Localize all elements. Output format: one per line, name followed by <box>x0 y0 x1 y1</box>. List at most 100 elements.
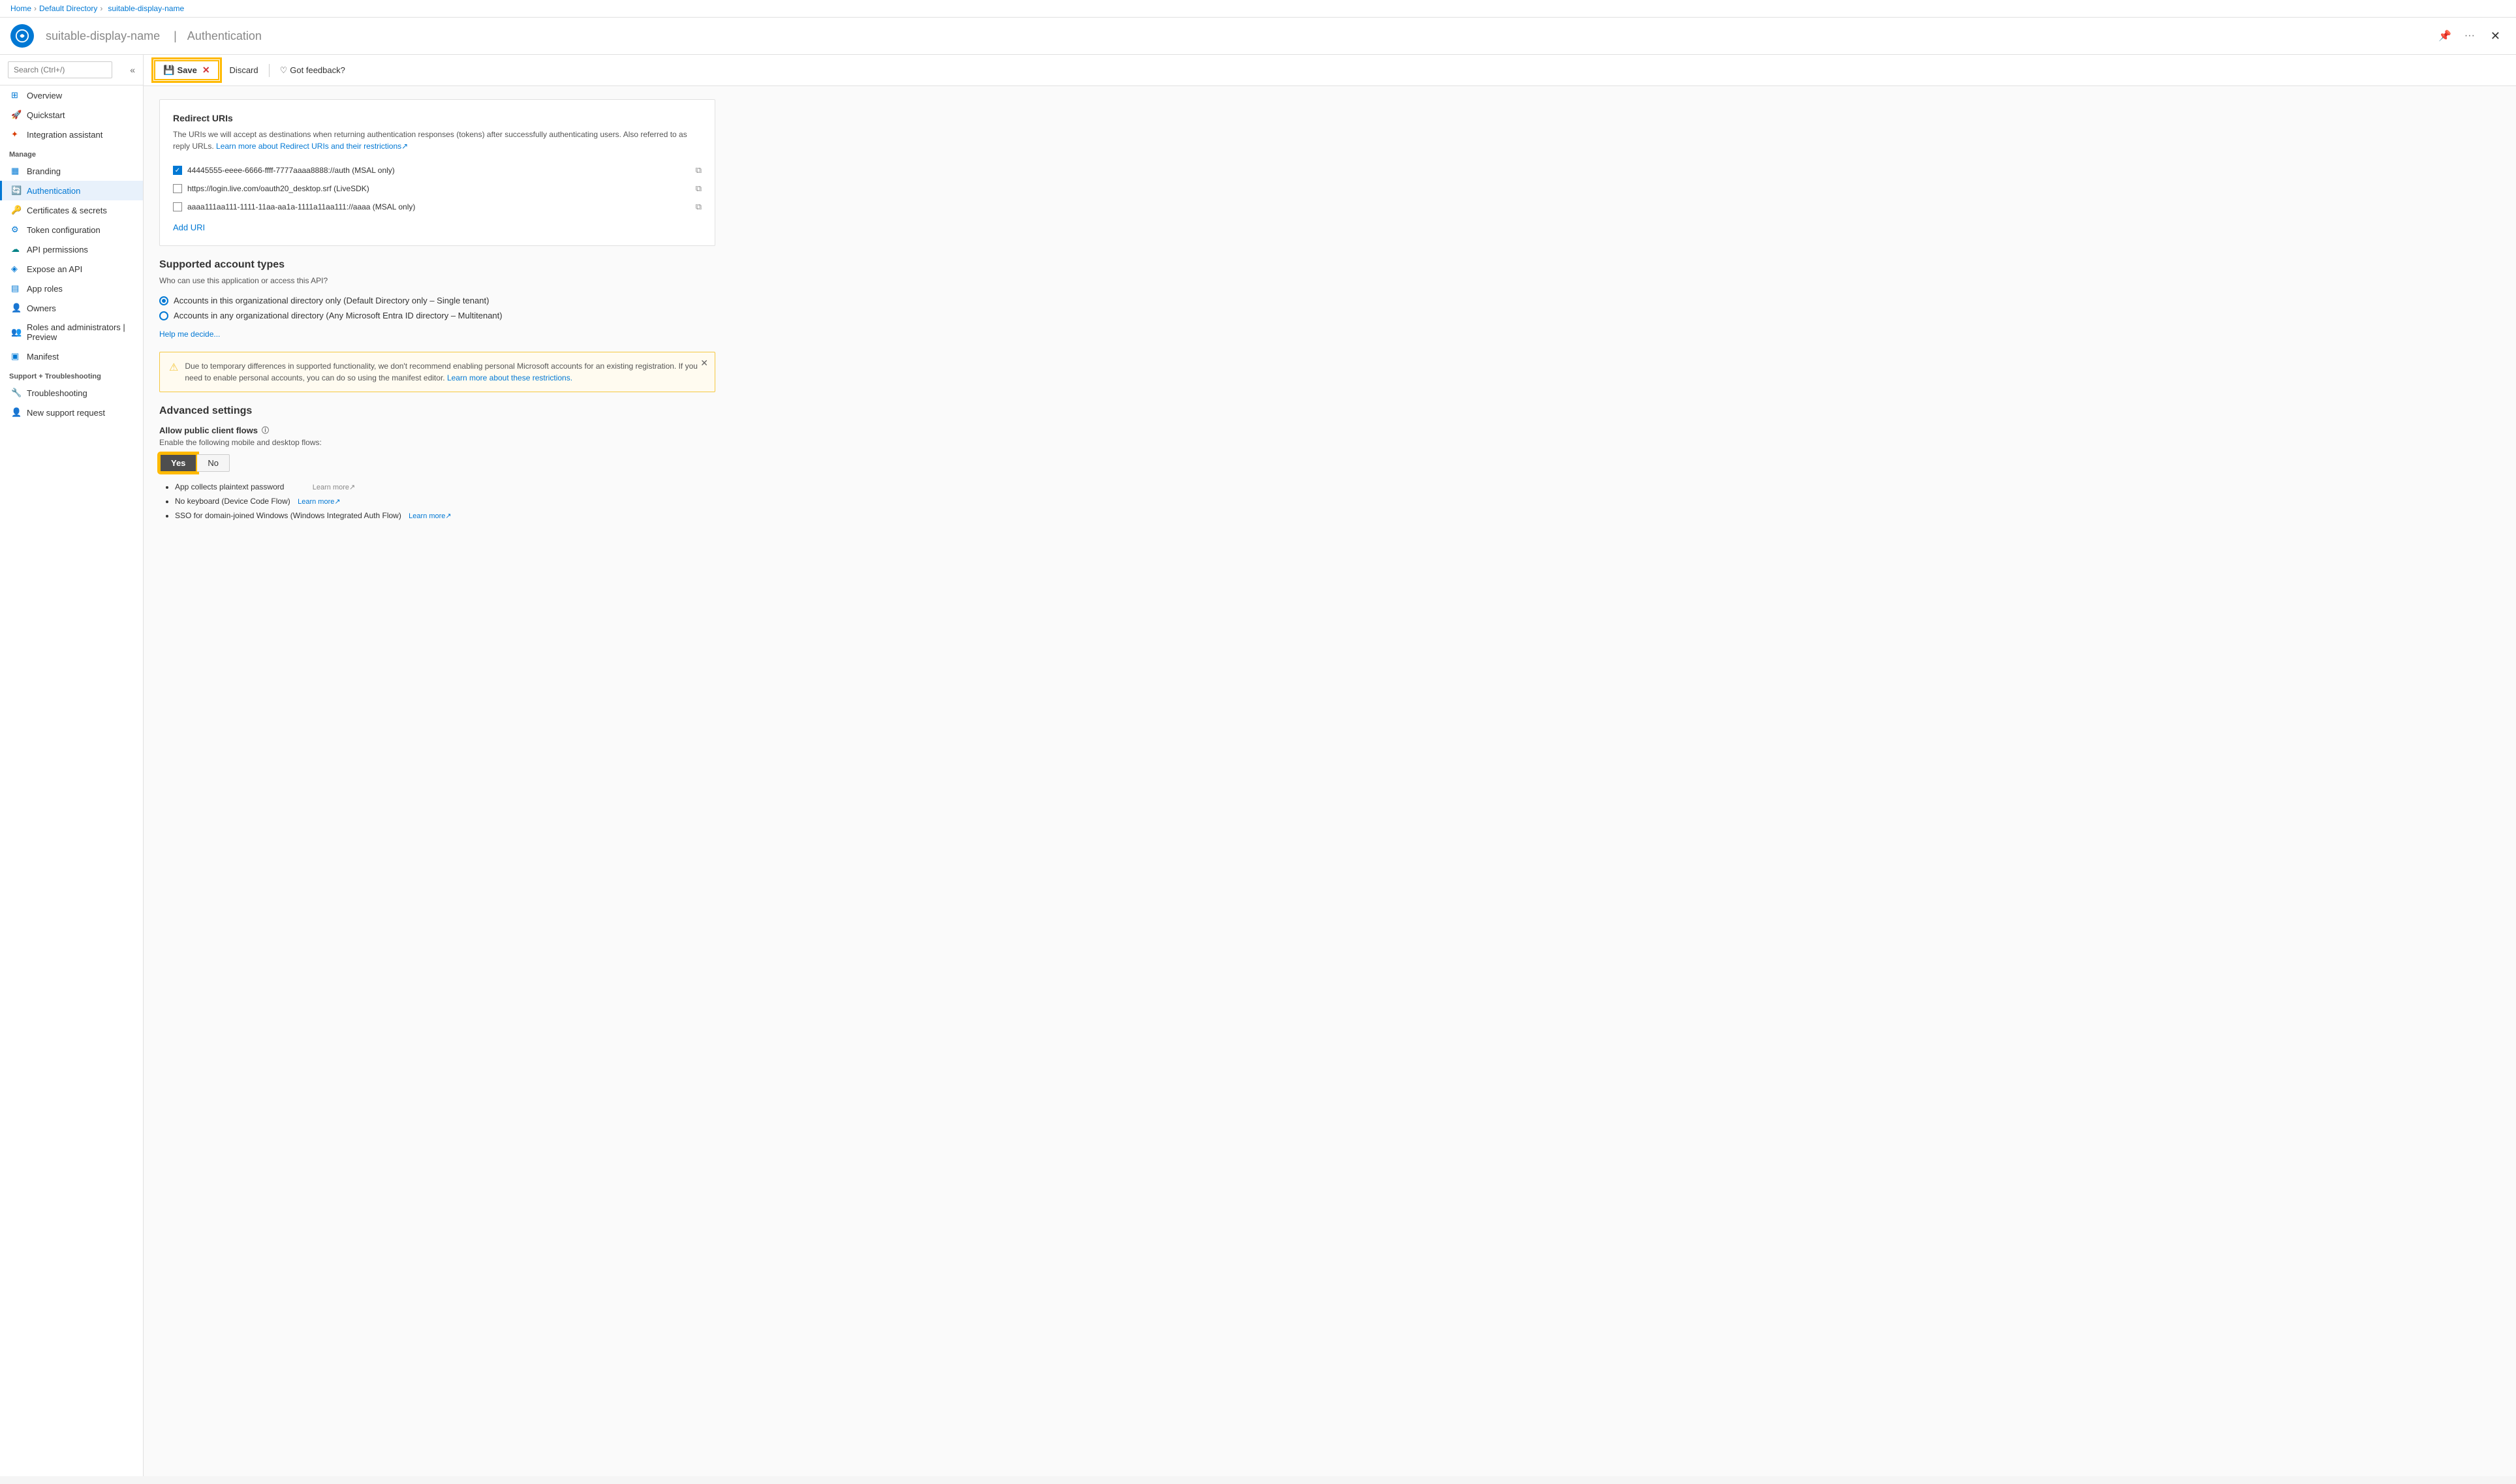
advanced-settings-title: Advanced settings <box>159 405 715 417</box>
warning-learn-more-link[interactable]: Learn more about these restrictions. <box>447 373 572 382</box>
flow-bullets-list: App collects plaintext password Learn mo… <box>159 480 715 523</box>
redirect-uris-section: Redirect URIs The URIs we will accept as… <box>159 99 715 246</box>
sidebar-item-roles-admin[interactable]: 👥 Roles and administrators | Preview <box>0 318 143 347</box>
sidebar-item-certificates[interactable]: 🔑 Certificates & secrets <box>0 200 143 220</box>
sidebar-item-api-permissions[interactable]: ☁ API permissions <box>0 240 143 259</box>
key-icon: 🔑 <box>11 205 22 215</box>
sidebar-item-authentication[interactable]: 🔄 Authentication <box>0 181 143 200</box>
radio-circle-single <box>159 296 168 305</box>
sidebar-item-label: App roles <box>27 284 63 294</box>
more-options-button[interactable]: ··· <box>2462 27 2477 44</box>
sidebar-item-support[interactable]: 👤 New support request <box>0 403 143 422</box>
sidebar-item-label: New support request <box>27 408 105 418</box>
save-button[interactable]: 💾 Save ✕ <box>154 60 219 80</box>
uri-list: 44445555-eeee-6666-ffff-7777aaaa8888://a… <box>173 161 702 216</box>
radio-label-multi: Accounts in any organizational directory… <box>174 311 503 320</box>
sidebar-item-integration[interactable]: ✦ Integration assistant <box>0 125 143 144</box>
redirect-uris-learn-more-link[interactable]: Learn more about Redirect URIs and their… <box>216 142 408 151</box>
app-header: suitable-display-name |Authentication 📌 … <box>0 18 2516 55</box>
search-input[interactable] <box>8 61 112 78</box>
radio-multi-tenant[interactable]: Accounts in any organizational directory… <box>159 308 715 323</box>
bullet-text: SSO for domain-joined Windows (Windows I… <box>175 511 401 520</box>
wrench-icon: 🔧 <box>11 388 22 398</box>
sidebar-item-overview[interactable]: ⊞ Overview <box>0 85 143 105</box>
close-button[interactable]: ✕ <box>2485 27 2506 46</box>
copy-icon-1[interactable]: ⧉ <box>696 165 702 176</box>
uri-text-2: https://login.live.com/oauth20_desktop.s… <box>187 184 691 193</box>
redirect-uris-title: Redirect URIs <box>173 113 702 123</box>
expose-icon: ◈ <box>11 264 22 274</box>
uri-checkbox-3[interactable] <box>173 202 182 211</box>
info-icon: ⓘ <box>262 425 269 435</box>
sidebar-item-troubleshooting[interactable]: 🔧 Troubleshooting <box>0 383 143 403</box>
api-icon: ☁ <box>11 244 22 255</box>
sidebar-item-label: API permissions <box>27 245 88 255</box>
uri-item: aaaa111aa111-1111-11aa-aa1a-1111a11aa111… <box>173 198 702 216</box>
app-logo-icon <box>15 29 29 43</box>
toggle-yes-button[interactable]: Yes <box>159 454 197 472</box>
pin-button[interactable]: 📌 <box>2436 27 2454 45</box>
toolbar-divider <box>269 64 270 77</box>
rocket-icon: 🚀 <box>11 110 22 120</box>
help-me-decide-link[interactable]: Help me decide... <box>159 330 220 339</box>
shield-icon: 🔄 <box>11 185 22 196</box>
uri-item: 44445555-eeee-6666-ffff-7777aaaa8888://a… <box>173 161 702 179</box>
sidebar-item-manifest[interactable]: ▣ Manifest <box>0 347 143 366</box>
sidebar-item-quickstart[interactable]: 🚀 Quickstart <box>0 105 143 125</box>
add-uri-link[interactable]: Add URI <box>173 223 205 232</box>
sidebar-item-owners[interactable]: 👤 Owners <box>0 298 143 318</box>
bullet-text: App collects plaintext password <box>175 482 284 491</box>
bullet-item: App collects plaintext password Learn mo… <box>175 480 715 495</box>
sidebar-item-branding[interactable]: ▦ Branding <box>0 161 143 181</box>
copy-icon-3[interactable]: ⧉ <box>696 202 702 212</box>
page-title: suitable-display-name |Authentication <box>40 29 2436 43</box>
sidebar-item-label: Overview <box>27 91 62 100</box>
sso-learn-more-link[interactable]: Learn more↗ <box>409 512 451 520</box>
sidebar-item-app-roles[interactable]: ▤ App roles <box>0 279 143 298</box>
flow-setting-desc: Enable the following mobile and desktop … <box>159 438 715 447</box>
feedback-button[interactable]: ♡ Got feedback? <box>275 62 350 79</box>
discard-button[interactable]: Discard <box>225 62 264 78</box>
breadcrumb-home[interactable]: Home <box>10 4 31 13</box>
sidebar-collapse-button[interactable]: « <box>130 65 135 75</box>
sidebar-item-label: Token configuration <box>27 225 101 235</box>
token-icon: ⚙ <box>11 224 22 235</box>
sidebar-item-label: Certificates & secrets <box>27 206 107 215</box>
sidebar-item-label: Roles and administrators | Preview <box>27 322 134 342</box>
radio-single-tenant[interactable]: Accounts in this organizational director… <box>159 293 715 308</box>
account-types-subtitle: Who can use this application or access t… <box>159 276 715 285</box>
warning-close-button[interactable]: ✕ <box>700 358 708 369</box>
allow-public-flows-label: Allow public client flows ⓘ <box>159 425 715 435</box>
breadcrumb: Home › Default Directory › suitable-disp… <box>0 0 2516 18</box>
breadcrumb-app: suitable-display-name <box>108 4 184 13</box>
radio-circle-multi <box>159 311 168 320</box>
supported-account-types-section: Supported account types Who can use this… <box>159 259 715 339</box>
sidebar-item-label: Branding <box>27 166 61 176</box>
uri-checkbox-1[interactable] <box>173 166 182 175</box>
sidebar-item-expose-api[interactable]: ◈ Expose an API <box>0 259 143 279</box>
puzzle-icon: ✦ <box>11 129 22 140</box>
uri-text-1: 44445555-eeee-6666-ffff-7777aaaa8888://a… <box>187 166 691 175</box>
main-layout: « ⊞ Overview 🚀 Quickstart ✦ Integration … <box>0 55 2516 1476</box>
support-section-label: Support + Troubleshooting <box>0 366 143 383</box>
sidebar-search-area: « <box>0 55 143 85</box>
copy-icon-2[interactable]: ⧉ <box>696 183 702 194</box>
warning-text: Due to temporary differences in supporte… <box>185 360 706 384</box>
breadcrumb-directory[interactable]: Default Directory <box>39 4 97 13</box>
toggle-group: Yes No <box>159 454 715 472</box>
sidebar-item-label: Expose an API <box>27 264 82 274</box>
radio-label-single: Accounts in this organizational director… <box>174 296 489 305</box>
sidebar-item-label: Authentication <box>27 186 80 196</box>
admin-icon: 👥 <box>11 327 22 337</box>
uri-checkbox-2[interactable] <box>173 184 182 193</box>
toggle-no-button[interactable]: No <box>197 454 230 472</box>
grid-icon: ⊞ <box>11 90 22 100</box>
warning-banner: ⚠ Due to temporary differences in suppor… <box>159 352 715 392</box>
manage-section-label: Manage <box>0 144 143 161</box>
manifest-icon: ▣ <box>11 351 22 362</box>
redirect-uris-description: The URIs we will accept as destinations … <box>173 129 702 152</box>
sidebar-item-label: Troubleshooting <box>27 388 87 398</box>
sidebar-item-token[interactable]: ⚙ Token configuration <box>0 220 143 240</box>
device-code-learn-more-link[interactable]: Learn more↗ <box>298 498 340 506</box>
app-icon <box>10 24 34 48</box>
